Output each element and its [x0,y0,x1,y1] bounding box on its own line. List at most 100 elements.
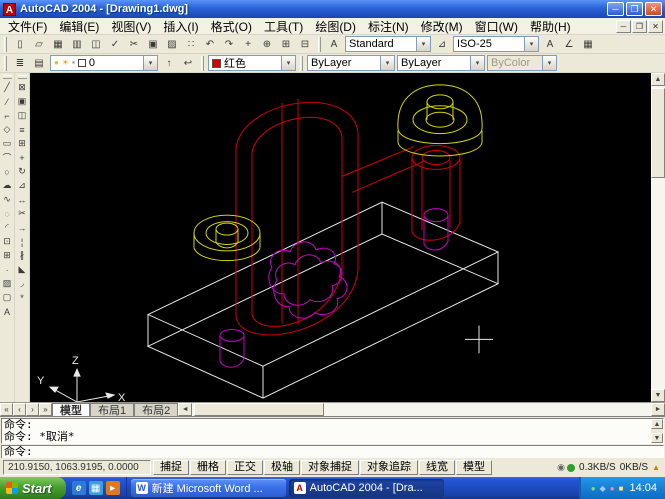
rotate-icon[interactable]: ↻ [16,165,29,178]
array-icon[interactable]: ⊞ [16,137,29,150]
menu-tools[interactable]: 工具(T) [258,17,309,36]
toolbar-grip[interactable] [318,37,321,52]
mdi-close-button[interactable]: ✕ [648,20,663,33]
zoom-realtime-icon[interactable]: ⊕ [258,36,276,52]
menu-modify[interactable]: 修改(M) [415,17,469,36]
toolbar-grip[interactable] [4,56,7,71]
chevron-down-icon[interactable]: ▾ [281,56,295,70]
layers-icon[interactable]: ▤ [30,55,48,71]
ellipse-icon[interactable]: ◌ [1,207,14,220]
otrack-toggle[interactable]: 对象追踪 [360,460,418,475]
text-style-icon[interactable]: A [325,36,343,52]
close-button[interactable]: ✕ [645,2,662,16]
restore-button[interactable]: ❐ [626,2,643,16]
scroll-left-button[interactable]: ◄ [178,403,192,416]
chevron-down-icon[interactable]: ▾ [524,37,538,51]
mdi-minimize-button[interactable]: ─ [616,20,631,33]
last-tab-button[interactable]: » [39,403,52,416]
extend-icon[interactable]: → [16,221,29,234]
scale-icon[interactable]: ⊿ [16,179,29,192]
menu-view[interactable]: 视图(V) [105,17,157,36]
rectangle-icon[interactable]: ▭ [1,137,14,150]
spline-icon[interactable]: ∿ [1,193,14,206]
arc-icon[interactable]: ⌒ [1,151,14,164]
tray-icon-1[interactable]: ● [591,484,596,493]
tab-model[interactable]: 模型 [52,403,90,416]
command-prompt[interactable]: 命令: [1,445,664,459]
cut-icon[interactable]: ✂ [125,36,143,52]
lineweight-toggle[interactable]: 线宽 [419,460,455,475]
chevron-down-icon[interactable]: ▾ [416,37,430,51]
show-desktop-icon[interactable]: ▦ [89,481,103,495]
break-icon[interactable]: ∦ [16,249,29,262]
copy-icon[interactable]: ▣ [144,36,162,52]
polygon-icon[interactable]: ◇ [1,123,14,136]
move-icon[interactable]: + [16,151,29,164]
lineweight-dropdown[interactable]: ByLayer ▾ [397,55,485,71]
match-properties-icon[interactable]: ∷ [182,36,200,52]
menu-insert[interactable]: 插入(I) [157,17,204,36]
line-icon[interactable]: ╱ [1,81,14,94]
scroll-up-button[interactable]: ▲ [651,73,665,86]
construction-line-icon[interactable]: ⁄ [1,95,14,108]
text-style-dropdown[interactable]: Standard ▾ [345,36,431,52]
trim-icon[interactable]: ✂ [16,207,29,220]
layer-previous-icon[interactable]: ↩ [179,55,197,71]
command-scrollbar[interactable]: ▲ ▼ [651,419,663,443]
vertical-scrollbar-track[interactable] [651,86,665,389]
command-scroll-up-button[interactable]: ▲ [651,419,663,429]
polar-toggle[interactable]: 极轴 [264,460,300,475]
chevron-down-icon[interactable]: ▾ [380,56,394,70]
taskbar-clock[interactable]: 14:04 [629,482,657,494]
explode-icon[interactable]: * [16,291,29,304]
region-icon[interactable]: ▢ [1,291,14,304]
mtext-icon[interactable]: A [1,305,14,318]
task-autocad[interactable]: A AutoCAD 2004 - [Dra... [289,479,444,497]
dim-style-manager-icon[interactable]: ∠ [560,36,578,52]
model-space-toggle[interactable]: 模型 [456,460,492,475]
task-word-document[interactable]: W 新建 Microsoft Word ... [131,479,286,497]
stretch-icon[interactable]: ↔ [16,193,29,206]
copy-object-icon[interactable]: ▣ [16,95,29,108]
save-icon[interactable]: ▦ [49,36,67,52]
toolbar-grip[interactable] [3,75,12,79]
toolbar-grip[interactable] [201,56,204,71]
horizontal-scrollbar[interactable]: ◄ ► [178,403,665,416]
chamfer-icon[interactable]: ◣ [16,263,29,276]
plot-icon[interactable]: ▥ [68,36,86,52]
ie-icon[interactable]: e [72,481,86,495]
erase-icon[interactable]: ⊠ [16,81,29,94]
command-scroll-down-button[interactable]: ▼ [651,433,663,443]
toolbar-grip[interactable] [18,75,27,79]
horizontal-scrollbar-thumb[interactable] [194,403,324,416]
insert-block-icon[interactable]: ⊡ [1,235,14,248]
osnap-toggle[interactable]: 对象捕捉 [301,460,359,475]
tray-icon-4[interactable]: ■ [619,484,624,493]
menu-window[interactable]: 窗口(W) [469,17,524,36]
chevron-down-icon[interactable]: ▾ [143,56,157,70]
media-player-icon[interactable]: ▸ [106,481,120,495]
undo-icon[interactable]: ↶ [201,36,219,52]
zoom-previous-icon[interactable]: ⊟ [296,36,314,52]
vertical-scrollbar-thumb[interactable] [651,88,665,178]
paste-icon[interactable]: ▨ [163,36,181,52]
scroll-down-button[interactable]: ▼ [651,389,665,402]
menu-dimension[interactable]: 标注(N) [362,17,415,36]
make-object-layer-current-icon[interactable]: ↑ [160,55,178,71]
menu-draw[interactable]: 绘图(D) [309,17,362,36]
redo-icon[interactable]: ↷ [220,36,238,52]
dim-style-icon[interactable]: ⊿ [433,36,451,52]
point-icon[interactable]: ∙ [1,263,14,276]
drawing-canvas[interactable]: Z X Y [30,73,651,402]
make-block-icon[interactable]: ⊞ [1,249,14,262]
communication-center-icon[interactable]: ◉ [557,462,565,473]
tray-icon-3[interactable]: ● [610,484,615,493]
toolbar-grip[interactable] [300,56,303,71]
new-icon[interactable]: ▯ [11,36,29,52]
first-tab-button[interactable]: « [0,403,13,416]
offset-icon[interactable]: ≡ [16,123,29,136]
ortho-toggle[interactable]: 正交 [227,460,263,475]
open-icon[interactable]: ▱ [30,36,48,52]
hatch-icon[interactable]: ▨ [1,277,14,290]
tab-layout1[interactable]: 布局1 [90,403,134,416]
